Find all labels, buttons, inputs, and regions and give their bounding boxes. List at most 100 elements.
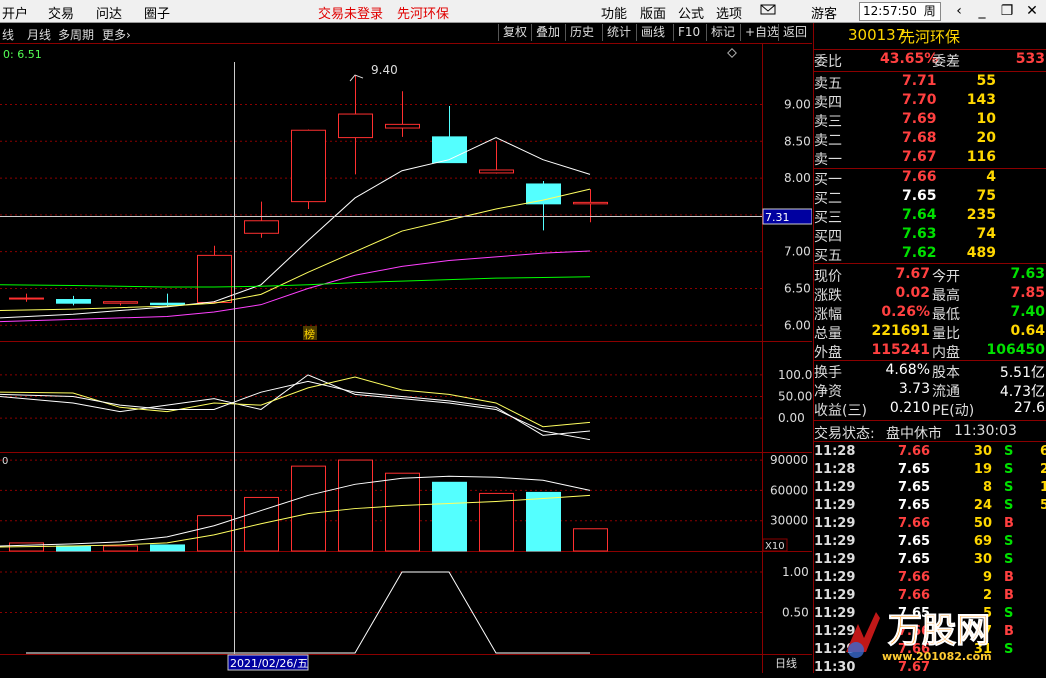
watermark-logo: 万股网 www.201082.com (846, 611, 992, 663)
period-day[interactable]: 日线 (0, 26, 14, 43)
stock-name: 先河环保 (900, 28, 961, 46)
clock-time: 12:57:50 (863, 4, 917, 18)
envelope-icon[interactable] (760, 1, 776, 21)
volume-bar[interactable] (338, 459, 373, 552)
period-more[interactable]: 更多› (102, 26, 131, 43)
candle-body[interactable] (291, 129, 326, 203)
menu-open-account[interactable]: 开户 (2, 3, 28, 22)
volume-bar[interactable] (573, 528, 608, 552)
btn-stats[interactable]: 统计 (602, 24, 635, 41)
candle-body[interactable] (150, 302, 185, 306)
stat-row: 外盘 115241 内盘 106450 (814, 342, 1046, 361)
ask-volume: 55 (976, 73, 996, 89)
back-icon[interactable]: ‹ (948, 2, 970, 20)
btn-draw[interactable]: 画线 (636, 24, 669, 41)
menu-function[interactable]: 功能 (601, 3, 627, 22)
volume-bar[interactable] (526, 491, 561, 552)
menu-layout[interactable]: 版面 (640, 3, 666, 22)
bid-row: 买四 7.63 74 (814, 226, 1046, 245)
stat-label: 今开 (932, 269, 960, 285)
restore-icon[interactable]: ❐ (996, 2, 1018, 20)
tick-time: 11:28 (814, 444, 856, 459)
volume-bar[interactable] (432, 481, 467, 552)
ask-label: 卖一 (814, 152, 842, 168)
tick-partial-row: 6 (1040, 444, 1046, 462)
tick-side: S (1004, 534, 1014, 549)
trade-login-warning[interactable]: 交易未登录 (318, 3, 383, 22)
ask-row: 卖五 7.71 55 (814, 73, 1046, 92)
ask-label: 卖二 (814, 133, 842, 149)
minimize-icon[interactable]: _ (971, 2, 993, 20)
candle-body[interactable] (56, 299, 91, 304)
divider (814, 71, 1046, 72)
menu-formula[interactable]: 公式 (678, 3, 704, 22)
tick-row: 11:29 7.66 50 B (814, 516, 1046, 534)
ask-label: 卖四 (814, 95, 842, 111)
btn-mark[interactable]: 标记 (706, 24, 739, 41)
period-multi[interactable]: 多周期 (58, 26, 94, 43)
trade-status-label: 交易状态: (814, 426, 875, 442)
candle-body[interactable] (573, 201, 608, 205)
volume-bar[interactable] (103, 545, 138, 552)
menu-wenda[interactable]: 问达 (96, 3, 122, 22)
candle-body[interactable] (432, 136, 467, 164)
bid-price: 7.62 (902, 245, 937, 261)
stat-row: 收益(三) 0.210 PE(动) 27.6 (814, 400, 1046, 419)
btn-history[interactable]: 历史 (565, 24, 598, 41)
tick-side: B (1004, 516, 1014, 531)
ask-price: 7.70 (902, 92, 937, 108)
stat-value: 115241 (871, 342, 930, 358)
ask-price: 7.71 (902, 73, 937, 89)
period-label[interactable]: 日线 (775, 656, 797, 670)
ask-row: 卖二 7.68 20 (814, 130, 1046, 149)
tick-volume: 69 (973, 534, 992, 549)
btn-f10[interactable]: F10 (673, 24, 704, 41)
volume-bar[interactable] (150, 544, 185, 552)
divider (814, 49, 1046, 50)
ask-price: 7.68 (902, 130, 937, 146)
bid-volume: 235 (966, 207, 996, 223)
menu-bar: 开户 交易 问达 圈子 交易未登录 先河环保 功能 版面 公式 选项 游客 12… (0, 0, 1046, 35)
bang-badge[interactable]: 榜 (304, 327, 315, 341)
stat-value: 7.67 (895, 266, 930, 282)
indicator-tick: 1.00 (782, 565, 809, 579)
diamond-icon[interactable] (727, 48, 737, 58)
candle-body[interactable] (9, 297, 44, 300)
btn-add-watch[interactable]: +自选 (740, 24, 783, 41)
ask-row: 卖四 7.70 143 (814, 92, 1046, 111)
volume-bar[interactable] (291, 465, 326, 552)
volume-bar[interactable] (244, 496, 279, 552)
stat-label: 收益(三) (814, 403, 867, 419)
volume-bar[interactable] (56, 545, 91, 552)
btn-return[interactable]: 返回 (778, 24, 811, 41)
tick-volume: 8 (982, 480, 992, 495)
btn-fuquan[interactable]: 复权 (498, 24, 531, 41)
volume-unit: X10 (765, 541, 785, 552)
bid-label: 买四 (814, 229, 842, 245)
candle-body[interactable] (479, 169, 514, 174)
menu-circle[interactable]: 圈子 (144, 3, 170, 22)
candle-body[interactable] (526, 183, 561, 205)
menu-trade[interactable]: 交易 (48, 3, 74, 22)
btn-overlay[interactable]: 叠加 (531, 24, 564, 41)
period-month[interactable]: 月线 (27, 26, 51, 43)
stat-value: 27.6 (1013, 400, 1045, 416)
candle-body[interactable] (244, 220, 279, 234)
menu-options[interactable]: 选项 (716, 3, 742, 22)
kline-chart[interactable]: 0: 6.51 9.40 榜 0 9.008.508.007.507.006.5… (0, 44, 813, 673)
close-icon[interactable]: ✕ (1021, 2, 1043, 20)
kdj-tick: 0.00 (778, 411, 805, 425)
guest-label[interactable]: 游客 (811, 3, 837, 22)
candle-body[interactable] (385, 123, 420, 129)
watermark-site: www.201082.com (882, 650, 992, 663)
tick-row: 11:29 7.65 69 S (814, 534, 1046, 552)
trade-status-row: 交易状态: 盘中休市 11:30:03 (814, 423, 1046, 442)
volume-bar[interactable] (385, 472, 420, 552)
tick-time: 11:29 (814, 588, 856, 603)
volume-bar[interactable] (197, 515, 232, 552)
candle-body[interactable] (103, 301, 138, 304)
candle-body[interactable] (197, 254, 232, 303)
candle-body[interactable] (338, 113, 373, 139)
clock: 12:57:50 周三 (859, 2, 941, 35)
tick-volume: 30 (973, 552, 992, 567)
